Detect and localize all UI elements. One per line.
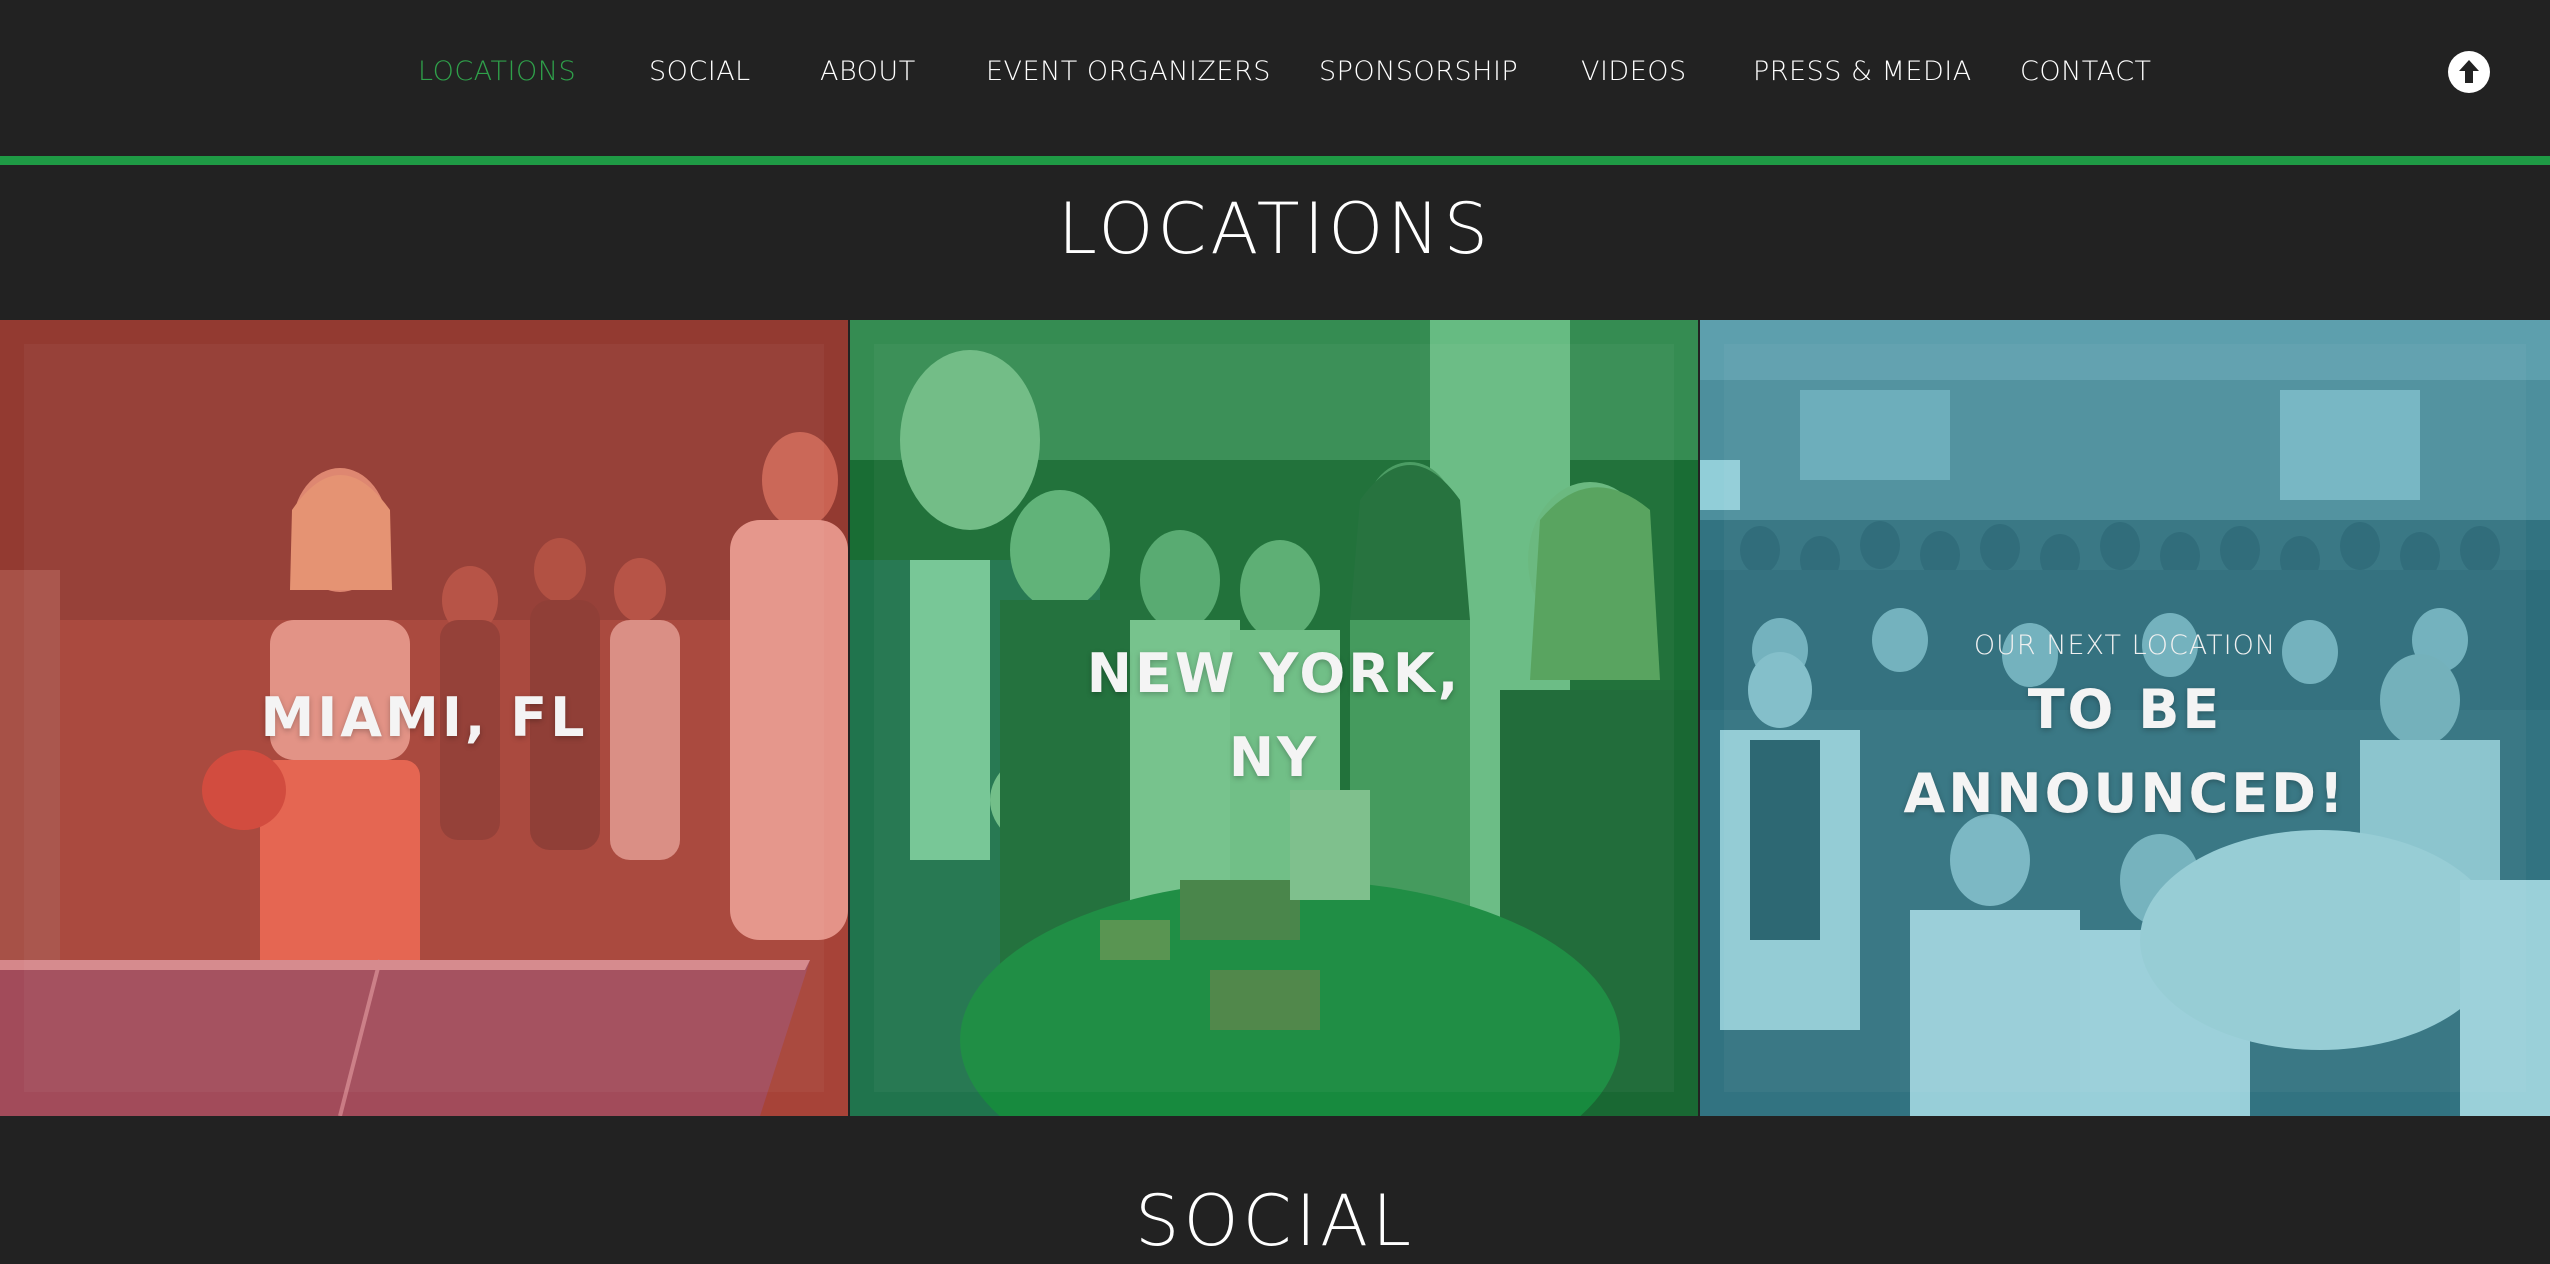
nav-item-contact[interactable]: CONTACT	[2020, 56, 2152, 87]
location-tile-miami[interactable]: MIAMI, FL	[0, 320, 848, 1116]
arrow-up-circle-icon	[2459, 60, 2479, 83]
locations-section-title: LOCATIONS	[1057, 188, 1493, 270]
locations-grid: MIAMI, FL NEW YORK, NY OUR NEXT LOCATION…	[0, 320, 2550, 1116]
nav-item-press-media[interactable]: PRESS & MEDIA	[1753, 56, 1972, 87]
nav-item-about[interactable]: ABOUT	[820, 56, 916, 87]
next-location-title-line2: ANNOUNCED!	[1903, 762, 2347, 825]
social-section-title: SOCIAL	[1135, 1180, 1415, 1262]
nav-item-locations[interactable]: LOCATIONS	[418, 56, 576, 87]
scroll-to-top-button[interactable]	[2448, 51, 2490, 93]
next-location-title-line1: TO BE	[2027, 678, 2223, 741]
nav-item-sponsorship[interactable]: SPONSORSHIP	[1319, 56, 1518, 87]
location-tile-next[interactable]: OUR NEXT LOCATION TO BE ANNOUNCED!	[1700, 320, 2550, 1116]
accent-divider	[0, 156, 2550, 165]
nav-item-social[interactable]: SOCIAL	[649, 56, 751, 87]
next-location-subtitle: OUR NEXT LOCATION	[1973, 630, 2277, 661]
nav-item-event-organizers[interactable]: EVENT ORGANIZERS	[986, 56, 1271, 87]
nav-item-videos[interactable]: VIDEOS	[1581, 56, 1687, 87]
new-york-title-line1: NEW YORK,	[1086, 642, 1462, 705]
new-york-title-line2: NY	[1228, 726, 1320, 789]
top-navigation: LOCATIONS SOCIAL ABOUT EVENT ORGANIZERS …	[0, 0, 2550, 156]
miami-title: MIAMI, FL	[260, 686, 588, 749]
location-tile-new-york[interactable]: NEW YORK, NY	[850, 320, 1698, 1116]
